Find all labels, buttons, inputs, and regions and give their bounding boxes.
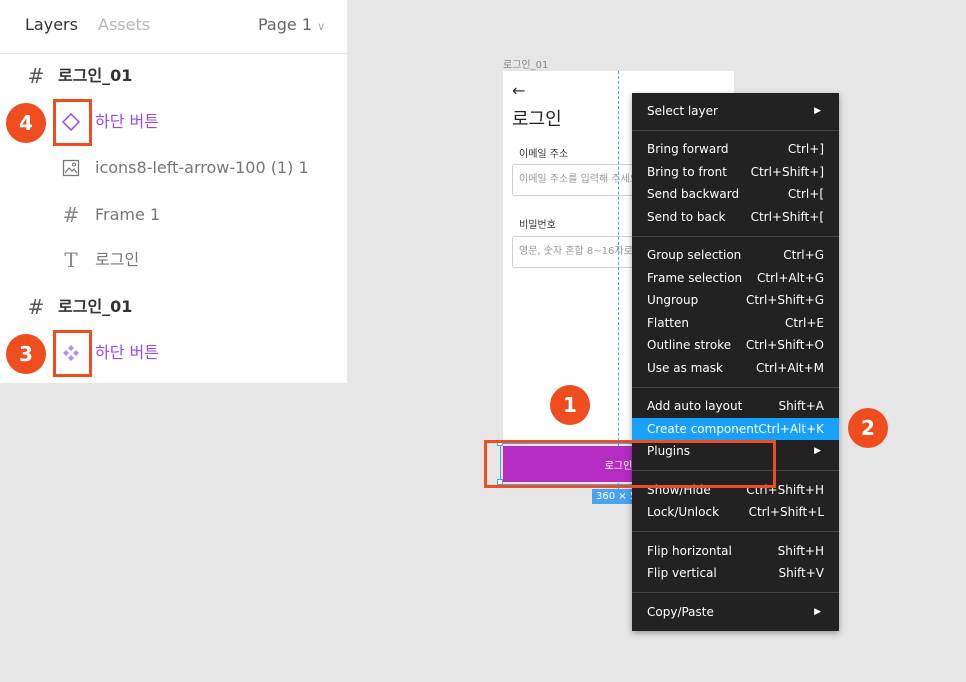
text-icon: T <box>64 248 78 272</box>
submenu-arrow-icon: ▶ <box>814 106 821 116</box>
menu-item-label: Lock/Unlock <box>647 505 720 519</box>
menu-item-label: Add auto layout <box>647 399 743 413</box>
menu-item-shortcut: Ctrl+Alt+K <box>758 422 824 436</box>
frame-icon: # <box>62 203 80 227</box>
menu-item-label: Send to back <box>647 210 726 224</box>
menu-item-label: Ungroup <box>647 293 699 307</box>
menu-separator <box>632 531 839 532</box>
frame-title: 로그인 <box>512 109 562 130</box>
context-menu: Select layer ▶ Bring forward Ctrl+] Bring … <box>632 93 839 631</box>
highlight-box-component-icon <box>53 330 92 377</box>
layer-row-frame-1[interactable]: # Frame 1 <box>0 195 347 235</box>
menu-item-copy-paste[interactable]: Copy/Paste ▶ <box>632 601 839 623</box>
menu-item-label: Flip vertical <box>647 566 717 580</box>
menu-item-shortcut: Shift+A <box>778 399 824 413</box>
panel-divider <box>0 53 347 54</box>
menu-item-select-layer[interactable]: Select layer ▶ <box>632 100 839 122</box>
layers-panel: Layers Assets Page 1 ∨ # 로그인_01 하단 버튼 ic… <box>0 0 347 383</box>
menu-item-label: Flip horizontal <box>647 544 732 558</box>
menu-item-flip-horizontal[interactable]: Flip horizontal Shift+H <box>632 540 839 562</box>
menu-item-label: Copy/Paste <box>647 605 714 619</box>
layer-label: 로그인 <box>95 250 140 269</box>
layer-label: 로그인_01 <box>58 297 133 316</box>
frame-label[interactable]: 로그인_01 <box>503 56 548 71</box>
menu-item-shortcut: Shift+V <box>778 566 824 580</box>
menu-item-label: Flatten <box>647 316 689 330</box>
back-arrow-icon: ← <box>512 81 526 100</box>
layer-row-frame[interactable]: # 로그인_01 <box>0 287 347 327</box>
layer-label: Frame 1 <box>95 205 161 224</box>
menu-item-label: Frame selection <box>647 271 743 285</box>
layer-row-image[interactable]: icons8-left-arrow-100 (1) 1 <box>0 148 347 188</box>
tab-layers[interactable]: Layers <box>25 15 78 34</box>
menu-item-label: Create component <box>647 422 759 436</box>
menu-item-shortcut: Ctrl+Shift+] <box>750 165 824 179</box>
center-guide <box>618 71 619 491</box>
menu-item-shortcut: Ctrl+G <box>783 248 824 262</box>
menu-item-use-as-mask[interactable]: Use as mask Ctrl+Alt+M <box>632 357 839 379</box>
highlight-box-button <box>484 440 776 488</box>
page-selector[interactable]: Page 1 ∨ <box>258 15 325 34</box>
image-icon <box>60 148 82 188</box>
menu-item-outline-stroke[interactable]: Outline stroke Ctrl+Shift+O <box>632 334 839 356</box>
menu-item-bring-forward[interactable]: Bring forward Ctrl+] <box>632 138 839 160</box>
step-badge-1: 1 <box>550 385 590 425</box>
menu-item-label: Select layer <box>647 104 718 118</box>
layer-label: 하단 버튼 <box>95 112 159 131</box>
menu-item-shortcut: Ctrl+Shift+G <box>745 293 824 307</box>
layer-row-frame[interactable]: # 로그인_01 <box>0 56 347 96</box>
menu-item-flatten[interactable]: Flatten Ctrl+E <box>632 312 839 334</box>
chevron-down-icon: ∨ <box>317 20 326 33</box>
menu-item-label: Outline stroke <box>647 338 732 352</box>
submenu-arrow-icon: ▶ <box>814 607 821 617</box>
menu-item-group-selection[interactable]: Group selection Ctrl+G <box>632 244 839 266</box>
frame-icon: # <box>27 64 45 88</box>
password-label: 비밀번호 <box>519 220 556 231</box>
layer-label: 하단 버튼 <box>95 343 159 362</box>
menu-item-shortcut: Ctrl+Shift+[ <box>750 210 824 224</box>
submenu-arrow-icon: ▶ <box>814 446 821 456</box>
layer-label: icons8-left-arrow-100 (1) 1 <box>95 158 309 177</box>
step-badge-2: 2 <box>848 408 888 448</box>
menu-item-create-component[interactable]: Create component Ctrl+Alt+K <box>632 418 839 440</box>
menu-item-label: Bring to front <box>647 165 727 179</box>
menu-item-shortcut: Ctrl+] <box>787 142 824 156</box>
step-badge-3: 3 <box>6 334 46 374</box>
menu-item-shortcut: Ctrl+Shift+L <box>748 505 824 519</box>
menu-item-send-backward[interactable]: Send backward Ctrl+[ <box>632 183 839 205</box>
menu-item-shortcut: Ctrl+Alt+M <box>755 361 824 375</box>
email-label: 이메일 주소 <box>519 149 569 160</box>
menu-separator <box>632 130 839 131</box>
menu-separator <box>632 387 839 388</box>
menu-item-label: Use as mask <box>647 361 723 375</box>
page-selector-label: Page 1 <box>258 15 312 34</box>
menu-item-shortcut: Ctrl+Alt+G <box>756 271 824 285</box>
menu-item-shortcut: Ctrl+E <box>785 316 824 330</box>
menu-separator <box>632 592 839 593</box>
menu-separator <box>632 236 839 237</box>
frame-icon: # <box>27 295 45 319</box>
menu-item-bring-to-front[interactable]: Bring to front Ctrl+Shift+] <box>632 161 839 183</box>
tab-assets[interactable]: Assets <box>98 15 150 34</box>
menu-item-ungroup[interactable]: Ungroup Ctrl+Shift+G <box>632 289 839 311</box>
layer-label: 로그인_01 <box>58 66 133 85</box>
step-badge-4: 4 <box>6 103 46 143</box>
menu-item-flip-vertical[interactable]: Flip vertical Shift+V <box>632 562 839 584</box>
menu-item-label: Send backward <box>647 187 740 201</box>
menu-item-label: Bring forward <box>647 142 729 156</box>
menu-item-shortcut: Ctrl+[ <box>787 187 824 201</box>
menu-item-send-to-back[interactable]: Send to back Ctrl+Shift+[ <box>632 206 839 228</box>
layer-row-text[interactable]: T 로그인 <box>0 240 347 280</box>
menu-item-shortcut: Ctrl+Shift+O <box>745 338 824 352</box>
menu-item-lock-unlock[interactable]: Lock/Unlock Ctrl+Shift+L <box>632 501 839 523</box>
menu-item-label: Group selection <box>647 248 742 262</box>
menu-item-add-auto-layout[interactable]: Add auto layout Shift+A <box>632 395 839 417</box>
menu-item-shortcut: Shift+H <box>777 544 824 558</box>
menu-item-frame-selection[interactable]: Frame selection Ctrl+Alt+G <box>632 267 839 289</box>
highlight-box-instance-icon <box>53 99 92 146</box>
